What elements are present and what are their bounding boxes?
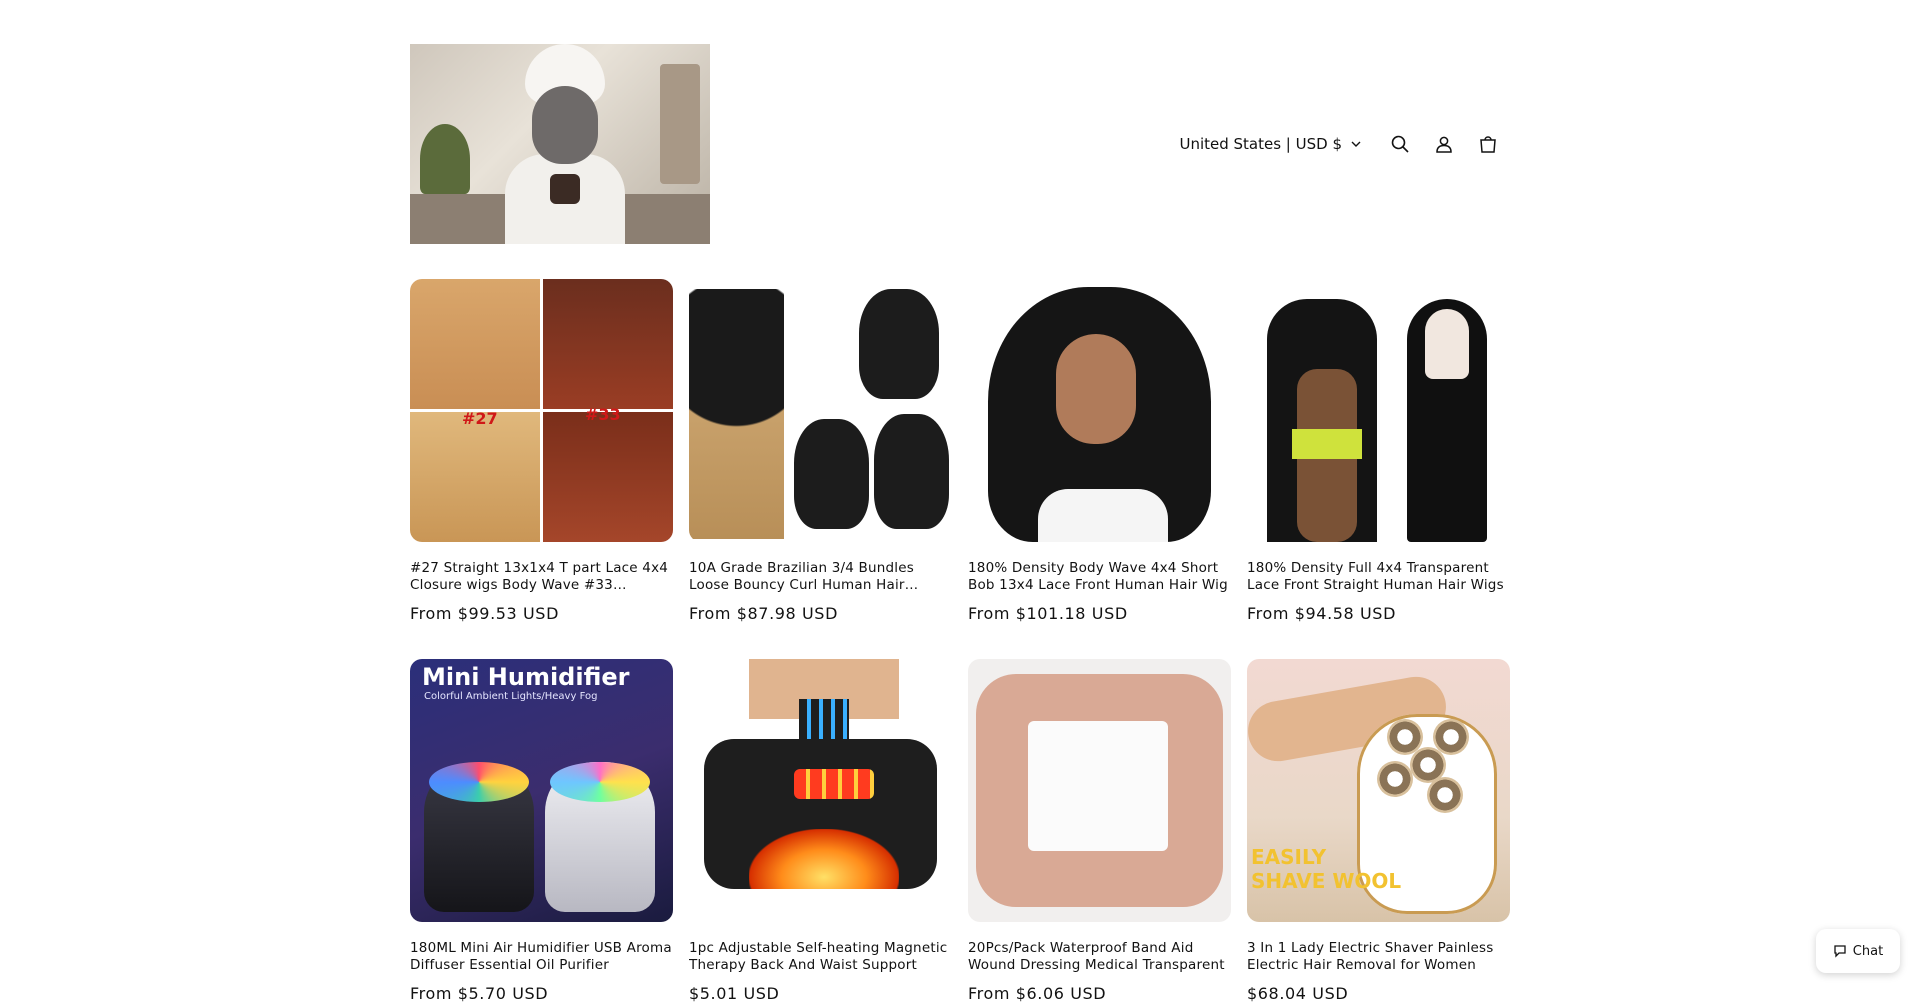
product-title[interactable]: #27 Straight 13x1x4 T part Lace 4x4 Clos… <box>410 560 673 594</box>
country-selector-label: United States | USD $ <box>1179 135 1342 153</box>
site-header: United States | USD $ <box>410 44 1510 244</box>
product-image[interactable]: #27 #33 <box>410 279 673 542</box>
logo-shelf <box>660 64 700 184</box>
account-button[interactable] <box>1422 122 1466 166</box>
product-price: From $5.70 USD <box>410 984 549 1003</box>
search-icon <box>1391 135 1409 153</box>
product-card[interactable]: Mini Humidifier Colorful Ambient Lights/… <box>410 659 673 1003</box>
product-image[interactable] <box>689 659 952 922</box>
product-title[interactable]: 20Pcs/Pack Waterproof Band Aid Wound Dre… <box>968 940 1231 974</box>
image-bundle <box>794 419 869 529</box>
logo-cup <box>550 174 580 204</box>
product-price: From $99.53 USD <box>410 604 559 623</box>
chat-button[interactable]: Chat <box>1816 929 1900 973</box>
product-card[interactable]: #27 #33 #27 Straight 13x1x4 T part Lace … <box>410 279 673 623</box>
product-image[interactable] <box>1247 279 1510 542</box>
store-logo[interactable] <box>410 44 710 244</box>
product-image[interactable] <box>689 279 952 542</box>
image-panel <box>543 279 673 409</box>
image-heading: Mini Humidifier <box>422 663 630 691</box>
image-bundle <box>859 289 939 399</box>
account-icon <box>1436 136 1452 153</box>
product-card[interactable]: 1pc Adjustable Self-heating Magnetic The… <box>689 659 952 1003</box>
product-title[interactable]: 10A Grade Brazilian 3/4 Bundles Loose Bo… <box>689 560 952 594</box>
product-price: $68.04 USD <box>1247 984 1349 1003</box>
image-text: SHAVE WOOL <box>1251 869 1402 893</box>
product-price: From $101.18 USD <box>968 604 1128 623</box>
cart-button[interactable] <box>1466 122 1510 166</box>
search-button[interactable] <box>1378 122 1422 166</box>
product-image[interactable]: EASILY SHAVE WOOL <box>1247 659 1510 922</box>
product-price: $5.01 USD <box>689 984 780 1003</box>
image-text: EASILY <box>1251 845 1327 869</box>
product-card[interactable]: EASILY SHAVE WOOL 3 In 1 Lady Electric S… <box>1247 659 1510 1003</box>
image-label: #33 <box>585 405 621 424</box>
product-title[interactable]: 180% Density Full 4x4 Transparent Lace F… <box>1247 560 1510 594</box>
product-card[interactable]: 180% Density Body Wave 4x4 Short Bob 13x… <box>968 279 1231 623</box>
cart-icon <box>1480 136 1496 153</box>
product-price: From $6.06 USD <box>968 984 1107 1003</box>
image-heat-lights <box>794 769 874 799</box>
logo-face-mask <box>532 86 598 164</box>
product-title[interactable]: 180ML Mini Air Humidifier USB Aroma Diff… <box>410 940 673 974</box>
chat-bubble-icon <box>1834 945 1846 958</box>
product-image[interactable] <box>968 279 1231 542</box>
image-flames <box>749 829 899 889</box>
shaver-head <box>1427 777 1463 813</box>
product-title[interactable]: 180% Density Body Wave 4x4 Short Bob 13x… <box>968 560 1231 594</box>
image-shirt <box>1038 489 1168 542</box>
product-image[interactable] <box>968 659 1231 922</box>
shaver-head <box>1377 761 1413 797</box>
product-card[interactable]: 10A Grade Brazilian 3/4 Bundles Loose Bo… <box>689 279 952 623</box>
header-actions: United States | USD $ <box>1179 128 1510 160</box>
logo-plant <box>420 124 470 194</box>
product-grid: #27 #33 #27 Straight 13x1x4 T part Lace … <box>410 279 1510 1003</box>
light-ring <box>550 762 650 802</box>
image-model <box>689 289 784 539</box>
image-gauze <box>1028 721 1168 851</box>
image-lace <box>1425 309 1469 379</box>
product-price: From $94.58 USD <box>1247 604 1396 623</box>
country-selector[interactable]: United States | USD $ <box>1179 135 1362 153</box>
product-card[interactable]: 180% Density Full 4x4 Transparent Lace F… <box>1247 279 1510 623</box>
image-bundle <box>874 414 949 529</box>
light-ring <box>429 762 529 802</box>
chat-label: Chat <box>1852 943 1884 959</box>
image-subheading: Colorful Ambient Lights/Heavy Fog <box>424 691 598 702</box>
product-title[interactable]: 3 In 1 Lady Electric Shaver Painless Ele… <box>1247 940 1510 974</box>
product-price: From $87.98 USD <box>689 604 838 623</box>
product-card[interactable]: 20Pcs/Pack Waterproof Band Aid Wound Dre… <box>968 659 1231 1003</box>
image-panel <box>543 412 673 542</box>
image-belt-strip <box>799 699 849 739</box>
image-top <box>1292 429 1362 459</box>
image-label: #27 <box>462 409 498 428</box>
chevron-down-icon <box>1351 141 1361 147</box>
product-title[interactable]: 1pc Adjustable Self-heating Magnetic The… <box>689 940 952 974</box>
image-panel <box>410 412 540 542</box>
product-image[interactable]: Mini Humidifier Colorful Ambient Lights/… <box>410 659 673 922</box>
image-panel <box>410 279 540 409</box>
image-face <box>1056 334 1136 444</box>
